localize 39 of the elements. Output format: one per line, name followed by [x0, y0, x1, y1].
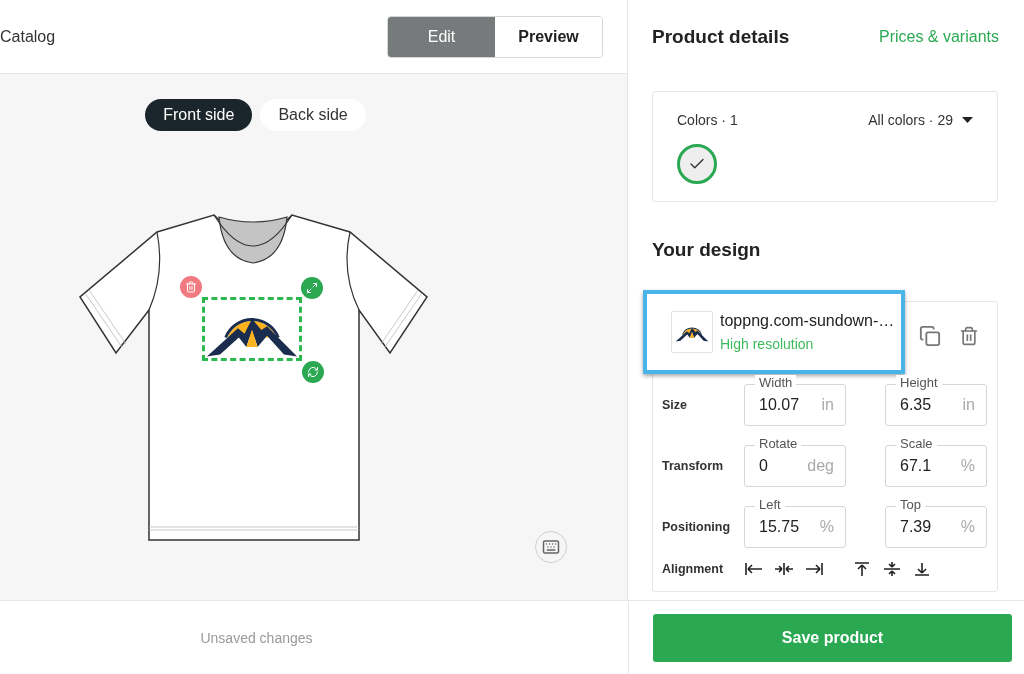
side-tab[interactable]: Front side [145, 99, 253, 131]
delete-button[interactable] [959, 326, 979, 346]
property-label: Transform [662, 458, 725, 473]
align-center-icon[interactable] [774, 561, 794, 577]
keyboard-button[interactable] [535, 531, 567, 563]
color-swatch[interactable] [677, 144, 717, 184]
panel-title: Product details [652, 26, 790, 48]
trash-icon [185, 281, 197, 293]
resolution-label: High resolution [720, 336, 815, 352]
align-top-icon[interactable] [852, 561, 872, 577]
unit-label: % [819, 517, 834, 536]
side-tab[interactable]: Back side [260, 99, 366, 131]
catalog-link[interactable]: Catalog [0, 27, 387, 46]
design-file-item[interactable]: toppng.com-sundown-… High resolution [643, 290, 905, 374]
align-bottom-icon[interactable] [912, 561, 932, 577]
file-name: toppng.com-sundown-… [720, 312, 895, 330]
trash-icon [959, 326, 979, 346]
mode-tab[interactable]: Edit [388, 16, 495, 57]
unit-label: in [962, 395, 975, 414]
align-right-icon[interactable] [804, 561, 824, 577]
copy-icon [919, 325, 941, 347]
unit-label: in [821, 395, 834, 414]
property-label: Alignment [662, 562, 725, 576]
colors-label: Colors · 1 [677, 112, 738, 128]
property-label: Positioning [662, 519, 732, 534]
duplicate-button[interactable] [919, 325, 941, 347]
property-label: Size [662, 397, 688, 412]
align-middle-icon[interactable] [882, 561, 902, 577]
caret-icon [962, 117, 973, 123]
color-filter-dropdown[interactable]: All colors · 29 [868, 112, 973, 128]
section-title: Your design [652, 239, 762, 261]
align-left-icon[interactable] [744, 561, 764, 577]
resize-icon [306, 282, 318, 294]
unit-label: % [960, 517, 975, 536]
unit-label: % [960, 456, 975, 475]
rotate-icon [307, 366, 319, 378]
keyboard-icon [542, 538, 560, 556]
status-text: Unsaved changes [199, 629, 314, 646]
unit-label: deg [807, 456, 834, 475]
